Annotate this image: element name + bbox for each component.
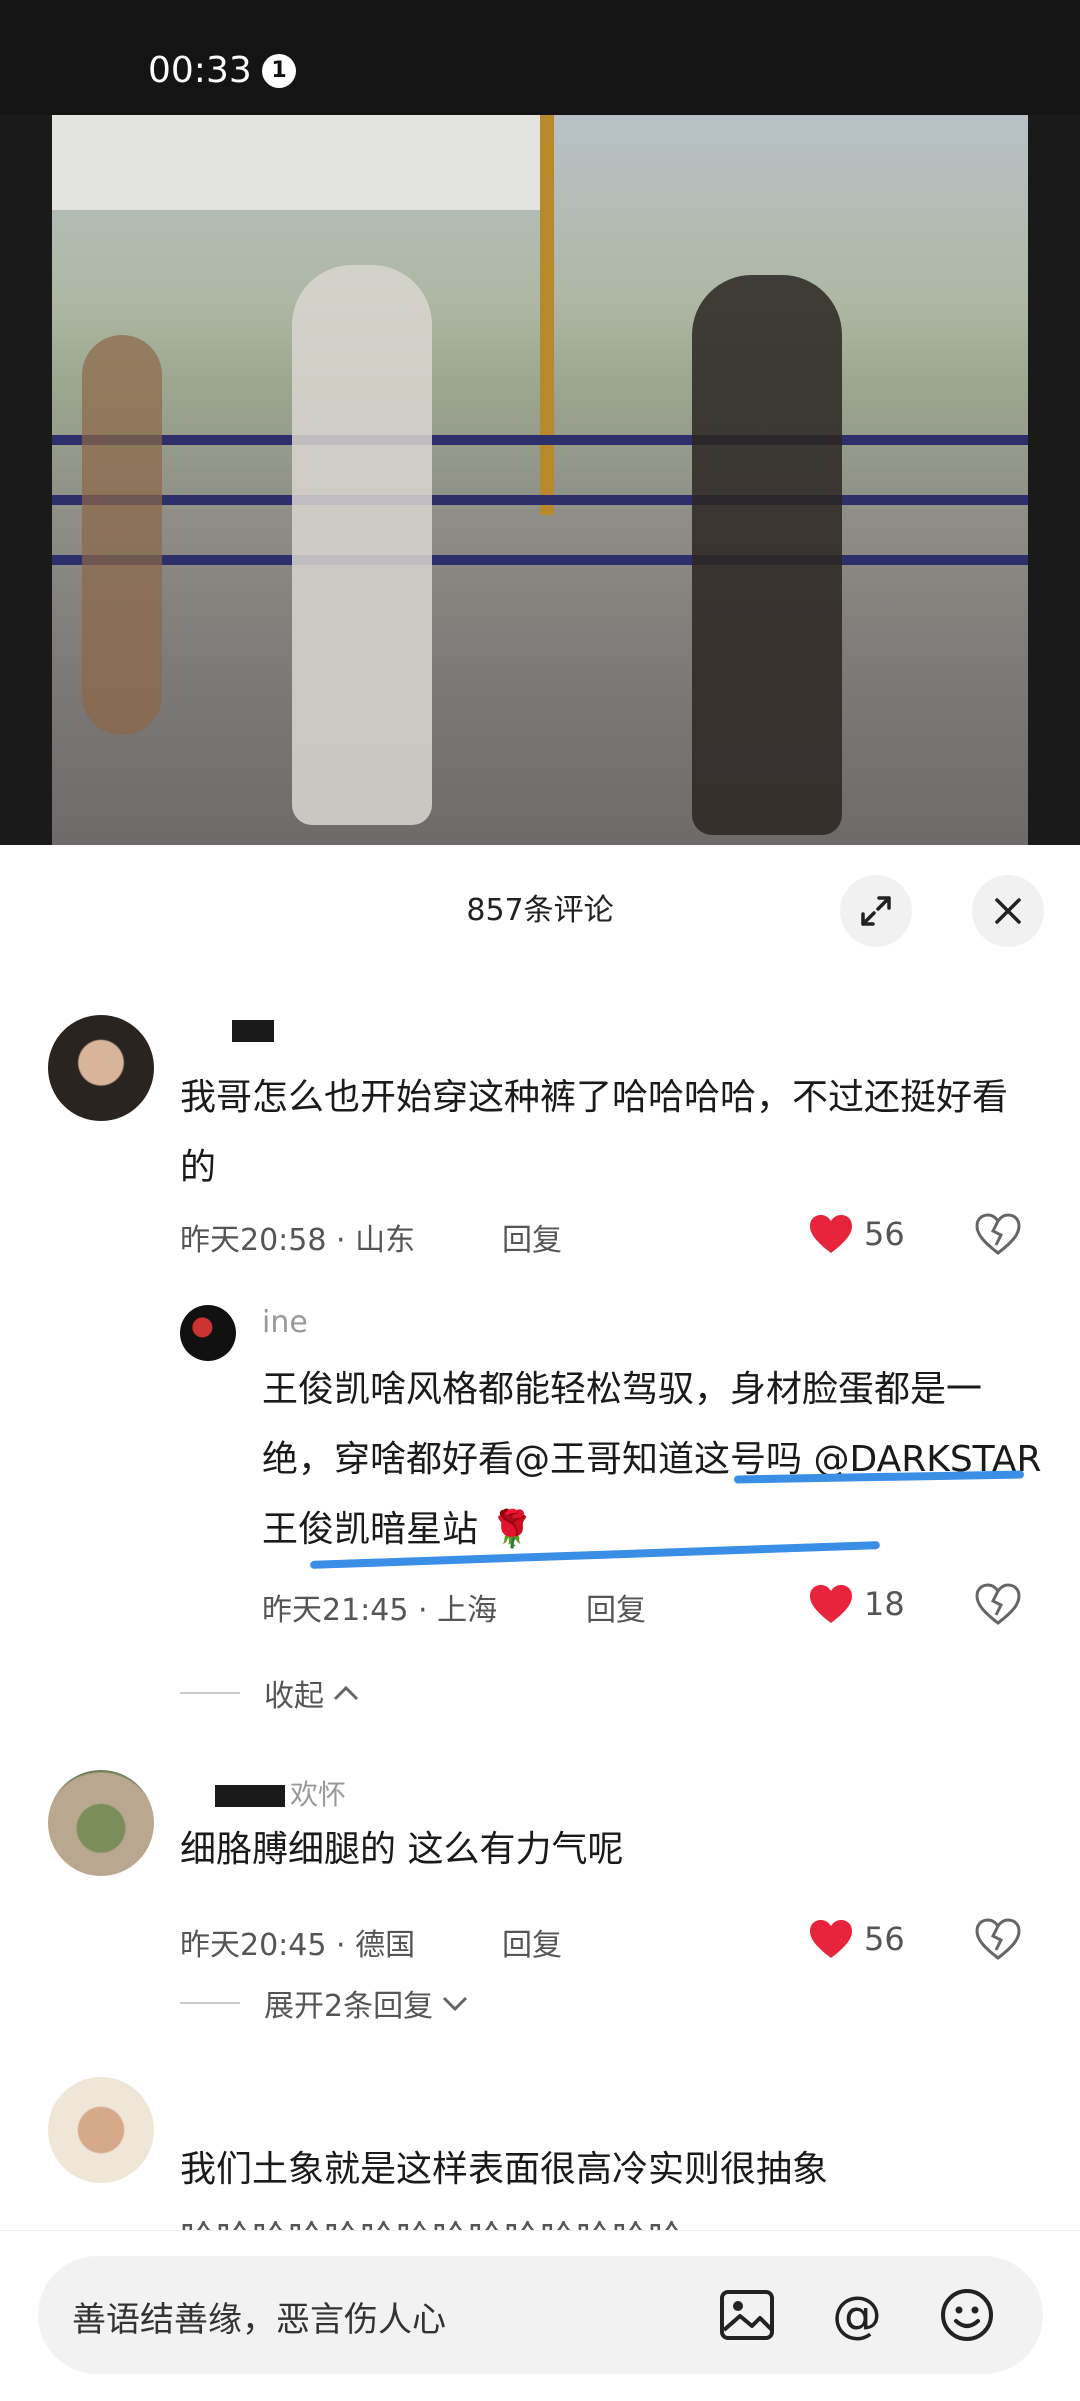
username-redaction xyxy=(232,1020,274,1042)
video-scene-rail xyxy=(52,555,1028,565)
expand-button[interactable] xyxy=(840,875,912,947)
at-sign-icon: @ xyxy=(832,2286,882,2344)
notification-badge: 1 xyxy=(262,54,296,88)
comment-text[interactable]: 我们土象就是这样表面很高冷实则很抽象 xyxy=(180,2135,1040,2205)
dislike-button[interactable] xyxy=(975,1918,1021,1964)
dislike-button[interactable] xyxy=(975,1583,1021,1629)
thread-divider xyxy=(180,1692,240,1694)
like-button[interactable]: 56 xyxy=(808,1918,905,1960)
comment-sheet: 857条评论 ​ 我哥怎么也开始穿这种裤了哈哈哈哈，不过还挺好看的 昨天20:5… xyxy=(0,845,1080,2400)
broken-heart-icon xyxy=(975,1583,1021,1625)
reply-username[interactable]: ine xyxy=(262,1305,308,1340)
expand-replies-button[interactable]: 展开2条回复 xyxy=(264,1981,469,2025)
comment-input-bar: 善语结善缘，恶言伤人心 @ xyxy=(0,2230,1080,2401)
close-icon xyxy=(995,898,1021,924)
mention-button[interactable]: @ xyxy=(828,2286,886,2348)
video-scene-roof xyxy=(52,115,552,210)
comment-count-title: 857条评论 xyxy=(466,893,614,928)
video-scene-post xyxy=(540,115,554,515)
video-scene-rail xyxy=(52,435,1028,445)
rose-emoji: 🌹 xyxy=(489,1509,535,1550)
image-button[interactable] xyxy=(718,2286,776,2348)
username-redaction xyxy=(215,1785,285,1807)
comment-meta: 昨天20:45 · 德国 xyxy=(180,1928,416,1963)
avatar[interactable] xyxy=(48,2077,154,2183)
avatar[interactable] xyxy=(48,1015,154,1121)
heart-icon xyxy=(810,1585,852,1623)
svg-text:@: @ xyxy=(832,2286,882,2344)
heart-icon xyxy=(810,1215,852,1253)
expand-replies-label: 展开2条回复 xyxy=(264,1989,434,2024)
image-icon xyxy=(720,2290,774,2340)
like-count: 56 xyxy=(864,1920,905,1958)
reply-button[interactable]: 回复 xyxy=(586,1585,646,1629)
reply-text[interactable]: 王俊凯啥风格都能轻松驾驭，身材脸蛋都是一绝，穿啥都好看@王哥知道这号吗 @DAR… xyxy=(262,1355,1042,1565)
video-scene-person xyxy=(692,275,842,835)
chevron-down-icon xyxy=(443,1996,468,2012)
avatar[interactable] xyxy=(48,1770,154,1876)
video-scene-rail xyxy=(52,495,1028,505)
comment-meta: 昨天20:58 · 山东 xyxy=(180,1223,416,1258)
comment-input[interactable]: 善语结善缘，恶言伤人心 @ xyxy=(38,2256,1043,2374)
reply-button[interactable]: 回复 xyxy=(502,1920,562,1964)
dislike-button[interactable] xyxy=(975,1213,1021,1259)
broken-heart-icon xyxy=(975,1918,1021,1960)
comment-text[interactable]: 我哥怎么也开始穿这种裤了哈哈哈哈，不过还挺好看的 xyxy=(180,1063,1010,1203)
smiley-icon xyxy=(941,2289,993,2341)
mention-link[interactable]: @王哥知道这号吗 xyxy=(514,1439,802,1480)
collapse-replies-button[interactable]: 收起 xyxy=(264,1671,360,1715)
status-time: 00:33 xyxy=(148,50,252,91)
like-count: 18 xyxy=(864,1585,905,1623)
comment-input-placeholder: 善语结善缘，恶言伤人心 xyxy=(72,2300,446,2340)
collapse-label: 收起 xyxy=(264,1679,324,1714)
video-scene-person xyxy=(292,265,432,825)
chevron-up-icon xyxy=(333,1685,359,1701)
reply-meta: 昨天21:45 · 上海 xyxy=(262,1593,498,1628)
emoji-button[interactable] xyxy=(938,2286,996,2348)
like-button[interactable]: 18 xyxy=(808,1583,905,1625)
reply-avatar[interactable] xyxy=(180,1305,236,1361)
comment-text[interactable]: 细胳膊细腿的 这么有力气呢 xyxy=(180,1815,1010,1885)
close-button[interactable] xyxy=(972,875,1044,947)
comment-username[interactable]: 欢怀 xyxy=(290,1773,346,1813)
video-player[interactable] xyxy=(52,115,1028,845)
like-count: 56 xyxy=(864,1215,905,1253)
heart-icon xyxy=(810,1920,852,1958)
thread-divider xyxy=(180,2002,240,2004)
video-scene-person xyxy=(82,335,162,735)
like-button[interactable]: 56 xyxy=(808,1213,905,1255)
broken-heart-icon xyxy=(975,1213,1021,1255)
status-bar: 00:33 1 xyxy=(0,0,1080,115)
reply-button[interactable]: 回复 xyxy=(502,1215,562,1259)
expand-icon xyxy=(861,896,891,926)
